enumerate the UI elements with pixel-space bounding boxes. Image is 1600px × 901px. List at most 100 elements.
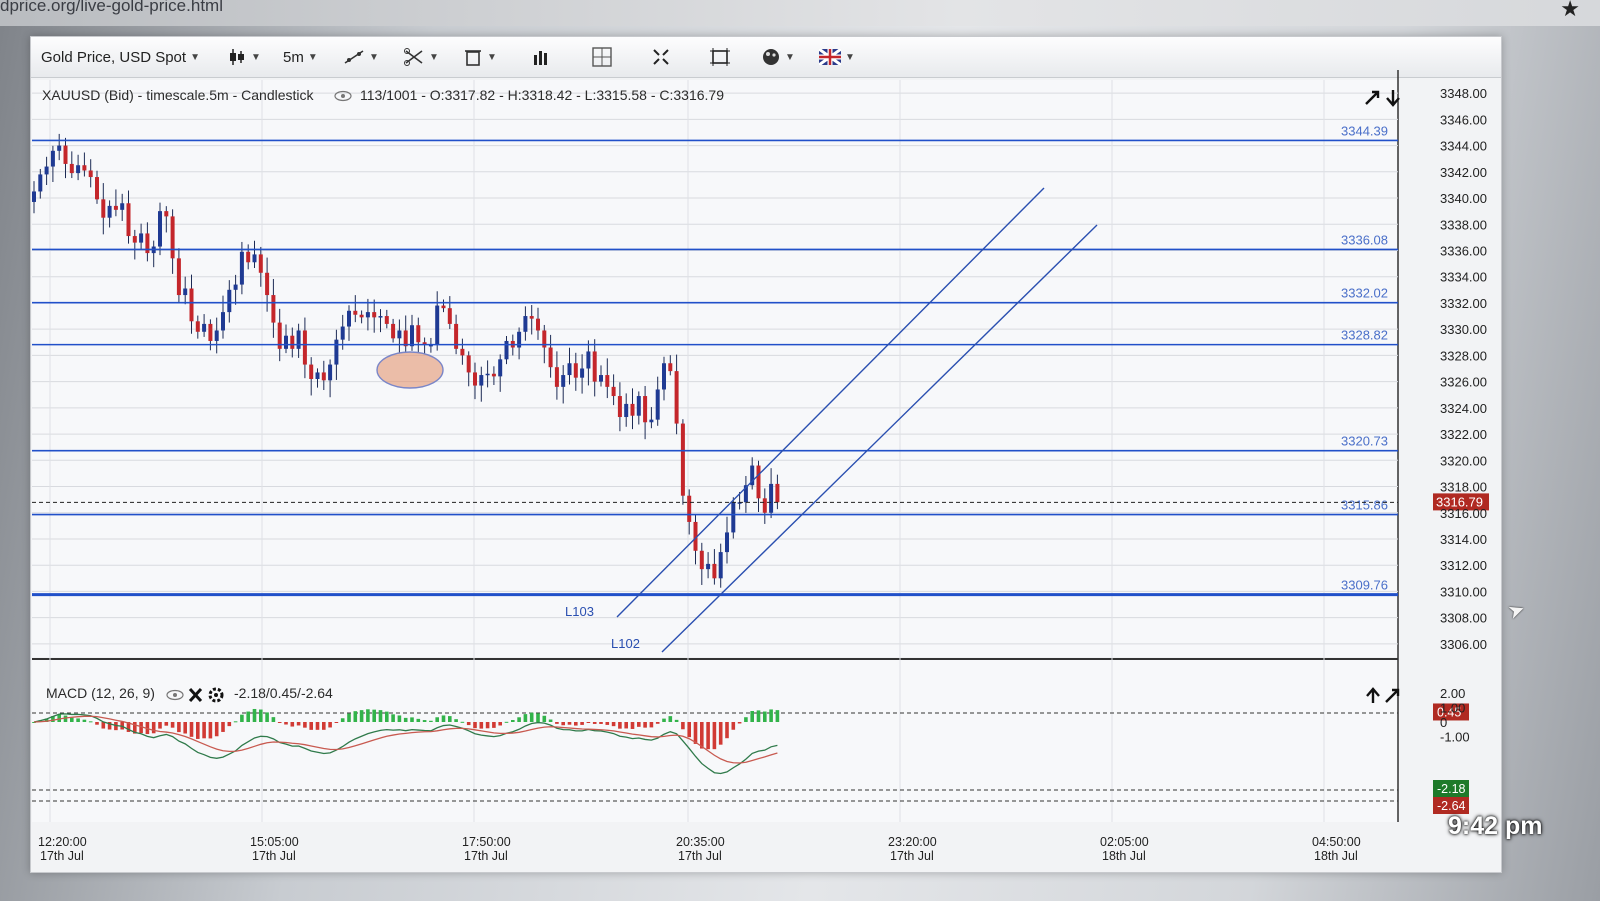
macd-histogram-bar [485, 722, 490, 729]
candle-body [636, 396, 641, 416]
macd-histogram-bar [454, 719, 458, 722]
ohlc-text: 113/1001 - O:3317.82 - H:3318.42 - L:331… [360, 87, 724, 103]
macd-histogram-bar [763, 711, 767, 722]
x-tick-time: 20:35:00 [676, 835, 725, 849]
y-tick-label: 3334.00 [1440, 270, 1487, 285]
candle-body [485, 373, 490, 376]
candle-body [460, 348, 465, 356]
candle-body [233, 284, 238, 290]
macd-histogram-bar [718, 722, 723, 745]
candle-body [769, 483, 774, 513]
macd-histogram-bar [605, 722, 610, 725]
x-tick-time: 04:50:00 [1312, 835, 1361, 849]
level-label: 3328.82 [1341, 328, 1388, 343]
candle-body [662, 363, 666, 390]
highlight-ellipse[interactable] [376, 351, 444, 389]
candle-body [599, 375, 603, 382]
macd-histogram-bar [322, 722, 326, 730]
y-tick-label: 3336.00 [1440, 243, 1487, 258]
candle-body [712, 563, 717, 579]
candle-body [605, 375, 610, 387]
y-tick-label: 3338.00 [1440, 217, 1487, 232]
candle-body [731, 502, 736, 533]
macd-histogram-bar [429, 720, 433, 722]
candle-body [573, 363, 578, 378]
macd-histogram-bar [548, 719, 553, 722]
macd-histogram-bar [359, 710, 364, 722]
macd-histogram-bar [624, 722, 628, 729]
macd-histogram-bar [737, 722, 742, 724]
candle-body [624, 403, 629, 418]
macd-histogram-bar [662, 718, 666, 722]
macd-histogram-bar [164, 722, 169, 726]
macd-histogram-bar [441, 715, 446, 722]
x-tick-date: 18th Jul [1102, 849, 1146, 863]
x-tick-date: 17th Jul [464, 849, 508, 863]
trendline-label-l102: L102 [611, 636, 640, 651]
macd-histogram-bar [674, 719, 679, 722]
macd-histogram-bar [347, 713, 351, 722]
macd-badge-text: -2.64 [1437, 799, 1466, 813]
macd-histogram-bar [177, 722, 181, 733]
candle-body [706, 563, 711, 570]
macd-histogram-bar [580, 722, 584, 725]
macd-histogram-bar [366, 709, 370, 722]
macd-title: MACD (12, 26, 9) [46, 685, 155, 701]
candle-body [668, 363, 673, 372]
x-tick-date: 17th Jul [890, 849, 934, 863]
candle-body [775, 483, 780, 503]
candle-body [466, 355, 471, 373]
macd-histogram-bar [643, 722, 647, 728]
macd-histogram-bar [769, 709, 773, 722]
candle-body [410, 325, 414, 347]
candle-body [120, 203, 125, 210]
candle-body [57, 145, 62, 151]
candle-body [214, 330, 219, 341]
macd-histogram-bar [246, 711, 250, 722]
y-tick-label: 3310.00 [1440, 584, 1487, 599]
macd-histogram-bar [403, 717, 408, 722]
candle[interactable] [680, 419, 685, 505]
candle-body [655, 389, 660, 420]
candle-body [548, 347, 553, 368]
macd-histogram-bar [586, 722, 591, 723]
x-tick-time: 17:50:00 [462, 835, 511, 849]
candle-body [479, 375, 484, 386]
candle-body [296, 330, 301, 349]
candle-body [265, 272, 270, 296]
macd-histogram-bar [725, 722, 729, 739]
candle-body [699, 550, 704, 570]
macd-histogram-bar [681, 722, 685, 730]
candle-body [95, 177, 99, 200]
macd-histogram-bar [410, 717, 414, 722]
candle[interactable] [731, 497, 736, 539]
candle-body [271, 295, 276, 323]
candle-body [50, 150, 55, 167]
candle-body [315, 372, 320, 379]
candle-body [189, 288, 194, 322]
macd-histogram-bar [170, 722, 175, 728]
macd-histogram-bar [712, 722, 717, 750]
x-tick-time: 23:20:00 [888, 835, 937, 849]
macd-histogram-bar [744, 717, 748, 722]
macd-histogram-bar [479, 722, 484, 729]
candle-body [227, 289, 232, 313]
macd-histogram-bar [284, 722, 288, 725]
macd-histogram-bar [265, 712, 269, 722]
y-tick-label: 3330.00 [1440, 322, 1487, 337]
candle-body [183, 288, 188, 296]
candle-body [643, 396, 648, 423]
candle-body [586, 351, 591, 369]
candle-body [107, 205, 112, 218]
macd-histogram-bar [630, 722, 635, 729]
chart-canvas[interactable]: 3344.39 3336.08 3332.02 3328.82 3320.73 3315.… [0, 0, 1600, 901]
y-tick-label: 3320.00 [1440, 453, 1487, 468]
macd-histogram-bar [649, 722, 654, 728]
trendline-label-l103: L103 [565, 604, 594, 619]
macd-histogram-bar [700, 722, 704, 749]
macd-histogram-bar [775, 710, 780, 722]
candle-body [258, 254, 263, 273]
macd-histogram-bar [189, 722, 194, 737]
candle-body [302, 330, 307, 365]
candle-body [725, 532, 729, 553]
